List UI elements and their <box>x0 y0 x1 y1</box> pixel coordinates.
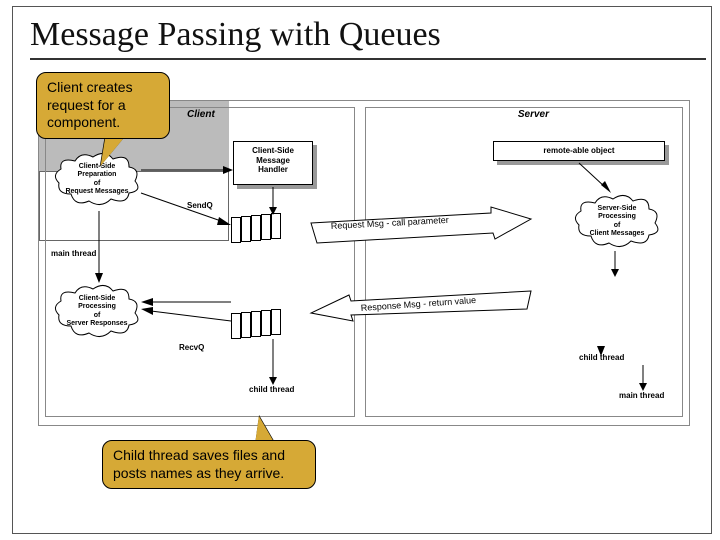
recv-queue <box>231 309 287 339</box>
arrow-child-thread-client <box>267 339 279 390</box>
arrow-handler-to-proc <box>141 295 233 313</box>
arrow-prep-to-handler <box>141 163 233 181</box>
main-thread-client-label: main thread <box>51 249 96 258</box>
cloud-client-preparation-text: Client-Side Preparation of Request Messa… <box>53 163 141 197</box>
arrow-child-thread-server <box>595 345 607 363</box>
cloud-server-processing-text: Server-Side Processing of Client Message… <box>573 205 661 239</box>
arrow-remote-to-servercloud <box>575 163 615 198</box>
cloud-server-processing: Server-Side Processing of Client Message… <box>571 191 663 251</box>
client-label: Client <box>187 109 215 120</box>
recvq-label: RecvQ <box>179 343 204 352</box>
slide-title: Message Passing with Queues <box>30 16 441 54</box>
box-remote-object: remote-able object <box>493 141 665 161</box>
cloud-client-processing: Client-Side Processing of Server Respons… <box>51 281 143 341</box>
arrow-prep-to-sendq <box>141 191 233 232</box>
arrow-main-thread-client <box>93 211 105 288</box>
callout-child-thread-saves: Child thread saves files and posts names… <box>102 440 316 489</box>
request-message-arrow: Request Msg - call parameter <box>311 209 531 243</box>
box-message-handler: Client-Side Message Handler <box>233 141 313 185</box>
callout-client-creates: Client creates request for a component. <box>36 72 170 139</box>
response-message-arrow: Response Msg - return value <box>311 287 531 321</box>
server-label: Server <box>518 109 549 120</box>
diagram-frame: Client Server Client-Side Preparation of… <box>38 100 690 426</box>
title-underline <box>30 58 706 60</box>
arrow-handler-to-sendq <box>267 187 279 220</box>
cloud-client-processing-text: Client-Side Processing of Server Respons… <box>53 295 141 329</box>
arrow-servercloud-to-procbox <box>609 251 621 282</box>
arrow-main-thread-server <box>637 365 649 396</box>
